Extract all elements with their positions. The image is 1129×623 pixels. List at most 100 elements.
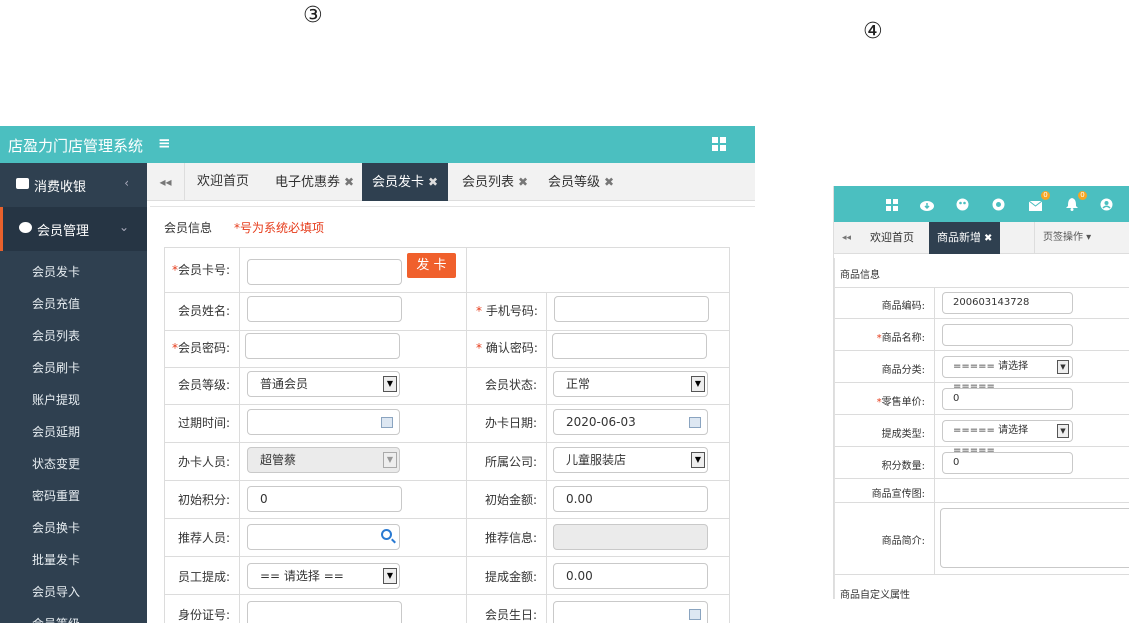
birthday-input[interactable]	[553, 601, 708, 623]
init-points-label: 初始积分:	[178, 493, 231, 507]
category-label: 商品分类:	[881, 365, 925, 376]
cloud-download-icon[interactable]	[920, 196, 934, 211]
id-card-input[interactable]	[247, 601, 402, 623]
tab-operations-dropdown[interactable]: 页签操作 ▾	[1034, 222, 1099, 254]
tab-label: 电子优惠券	[275, 175, 341, 190]
dropdown-arrow-icon[interactable]: ▼	[383, 376, 397, 392]
init-amount-input[interactable]: 0.00	[553, 486, 708, 512]
expire-date-input[interactable]	[247, 409, 400, 435]
tab-back-icon[interactable]: ◂◂	[147, 163, 185, 201]
sidebar-item-member-management[interactable]: 会员管理 ⌄	[0, 207, 147, 251]
issue-date-label: 办卡日期:	[485, 416, 538, 430]
commission-amount-input[interactable]: 0.00	[553, 563, 708, 589]
dropdown-arrow-icon[interactable]: ▼	[691, 376, 705, 392]
sidebar-subitem[interactable]: 状态变更	[32, 455, 80, 472]
dropdown-arrow-icon[interactable]: ▼	[383, 452, 397, 468]
tab-member-level[interactable]: 会员等级 ✖	[538, 163, 624, 201]
required-note: *号为系统必填项	[234, 221, 325, 235]
tab-member-card-issue[interactable]: 会员发卡 ✖	[362, 163, 449, 201]
tab-back-icon[interactable]: ◂◂	[834, 222, 856, 254]
referrer-input[interactable]	[247, 524, 400, 550]
custom-attributes-label: 商品自定义属性	[840, 590, 910, 599]
dropdown-arrow-icon[interactable]: ▼	[383, 568, 397, 584]
price-input[interactable]: 0	[942, 388, 1073, 410]
chevron-down-icon: ⌄	[118, 220, 129, 234]
issue-date-input[interactable]: 2020-06-03	[553, 409, 708, 435]
tab-member-list[interactable]: 会员列表 ✖	[452, 163, 538, 201]
password-input[interactable]	[245, 333, 400, 359]
intro-textarea[interactable]	[940, 508, 1129, 568]
top-bar: 店盈力门店管理系统 ≡	[0, 126, 755, 163]
grid-icon[interactable]	[712, 137, 726, 151]
referrer-label: 推荐人员:	[178, 531, 231, 545]
bell-icon[interactable]: 0	[1066, 191, 1087, 211]
commission-select[interactable]: == 请选择 == ▼	[247, 563, 400, 589]
confirm-password-input[interactable]	[552, 333, 707, 359]
status-select[interactable]: 正常 ▼	[553, 371, 708, 397]
settings-icon[interactable]	[992, 196, 1006, 211]
tab-welcome[interactable]: 欢迎首页	[862, 222, 922, 254]
dropdown-arrow-icon[interactable]: ▼	[1057, 360, 1069, 374]
staff-label: 办卡人员:	[178, 455, 231, 469]
tab-product-add[interactable]: 商品新增 ✖	[929, 222, 1001, 254]
init-points-input[interactable]: 0	[247, 486, 402, 512]
close-icon[interactable]: ✖	[604, 175, 614, 189]
name-label: 会员姓名:	[178, 304, 231, 318]
tab-label: 会员发卡	[372, 175, 425, 190]
grid-icon[interactable]	[886, 196, 900, 211]
sidebar-subitem[interactable]: 批量发卡	[32, 551, 80, 568]
top-bar: 0 0	[834, 186, 1129, 222]
tab-coupons[interactable]: 电子优惠券 ✖	[265, 163, 364, 201]
palette-icon[interactable]	[956, 196, 970, 211]
sidebar-item-label: 消费收银	[34, 180, 87, 195]
tab-welcome[interactable]: 欢迎首页	[187, 163, 259, 201]
dropdown-arrow-icon[interactable]: ▼	[1057, 424, 1069, 438]
close-icon[interactable]: ✖	[344, 175, 354, 189]
sidebar-subitem[interactable]: 会员导入	[32, 583, 80, 600]
company-select[interactable]: 儿童服装店 ▼	[553, 447, 708, 473]
section-label: 会员信息	[164, 221, 213, 235]
sidebar-subitem[interactable]: 会员充值	[32, 295, 80, 312]
staff-select[interactable]: 超管蔡 ▼	[247, 447, 400, 473]
dropdown-arrow-icon[interactable]: ▼	[691, 452, 705, 468]
commission-label: 员工提成:	[178, 570, 231, 584]
close-icon[interactable]: ✖	[984, 233, 992, 244]
points-input[interactable]: 0	[942, 452, 1073, 474]
sidebar-subitem[interactable]: 账户提现	[32, 391, 80, 408]
issue-card-button[interactable]: 发 卡	[407, 253, 456, 278]
card-no-input[interactable]	[247, 259, 402, 285]
sidebar-subitem[interactable]: 会员换卡	[32, 519, 80, 536]
intro-label: 商品简介:	[881, 536, 925, 547]
phone-input[interactable]	[554, 296, 709, 322]
close-icon[interactable]: ✖	[518, 175, 528, 189]
sidebar-subitem[interactable]: 会员延期	[32, 423, 80, 440]
mail-icon[interactable]: 0	[1028, 191, 1050, 211]
search-icon[interactable]	[381, 529, 392, 540]
calendar-icon[interactable]	[381, 417, 393, 428]
menu-toggle-icon[interactable]: ≡	[158, 134, 171, 152]
name-input[interactable]	[247, 296, 402, 322]
calendar-icon[interactable]	[689, 417, 701, 428]
name-input[interactable]	[942, 324, 1073, 346]
user-icon[interactable]	[1100, 196, 1114, 211]
calendar-icon[interactable]	[689, 609, 701, 620]
sidebar-subitem[interactable]: 会员刷卡	[32, 359, 80, 376]
commission-type-select[interactable]: ===== 请选择 ===== ▼	[942, 420, 1073, 456]
close-icon[interactable]: ✖	[428, 175, 438, 189]
step-marker-4: ④	[863, 19, 883, 44]
sidebar: 消费收银 ‹ 会员管理 ⌄ 会员发卡 会员充值 会员列表 会员刷卡 账户提现 会…	[0, 163, 147, 623]
step-marker-3: ③	[303, 3, 323, 28]
level-value: 普通会员	[260, 377, 309, 391]
sidebar-item-cashier[interactable]: 消费收银 ‹	[0, 163, 147, 207]
sidebar-subitem[interactable]: 会员发卡	[32, 263, 80, 280]
sidebar-subitem[interactable]: 密码重置	[32, 487, 80, 504]
sidebar-subitem[interactable]: 会员列表	[32, 327, 80, 344]
company-value: 儿童服装店	[566, 453, 627, 467]
confirm-password-label: * 确认密码:	[476, 341, 538, 355]
company-label: 所属公司:	[485, 455, 538, 469]
level-select[interactable]: 普通会员 ▼	[247, 371, 400, 397]
sidebar-subitem[interactable]: 会员等级	[32, 615, 80, 623]
code-input[interactable]: 200603143728	[942, 292, 1073, 314]
category-select[interactable]: ===== 请选择 ===== ▼	[942, 356, 1073, 392]
birthday-label: 会员生日:	[485, 608, 538, 622]
